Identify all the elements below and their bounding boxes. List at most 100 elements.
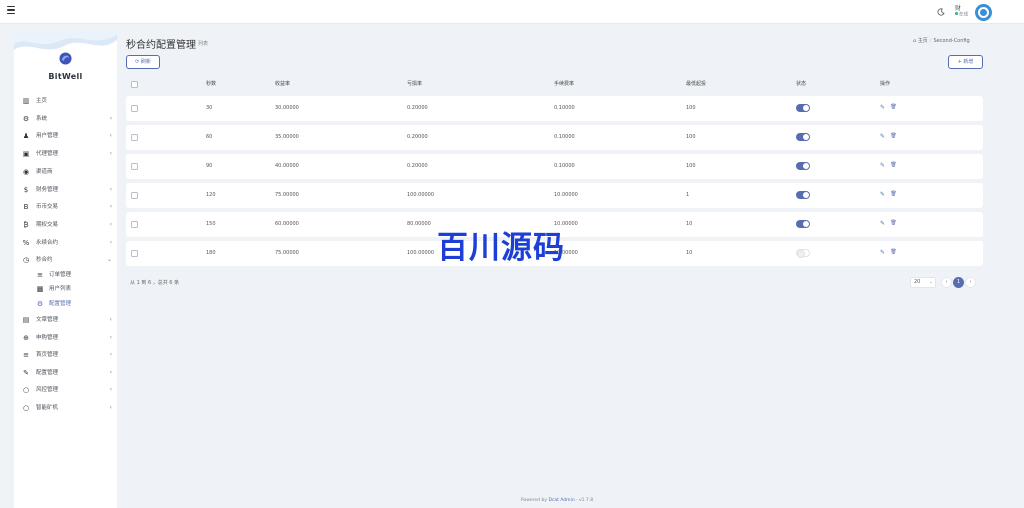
gear-icon: ⚙: [36, 299, 44, 308]
sidebar-item-label: 用户列表: [49, 286, 72, 293]
sidebar-subitem-1[interactable]: ▩ 用户列表: [22, 283, 112, 295]
sidebar-item-3[interactable]: ▣ 代理管理 ‹: [22, 148, 112, 160]
sidebar-item-8[interactable]: % 永续合约 ‹: [22, 237, 112, 249]
sidebar-item-2[interactable]: ♟ 用户管理 ‹: [22, 130, 112, 142]
sidebar-item-label: 智能矿机: [36, 405, 59, 411]
user-menu[interactable]: 财 在线: [955, 5, 975, 20]
row-checkbox[interactable]: [131, 221, 138, 228]
status-toggle[interactable]: [796, 191, 810, 199]
status-toggle[interactable]: [796, 162, 810, 170]
sidebar-item-5[interactable]: $ 财务管理 ‹: [22, 184, 112, 196]
column-header-fee[interactable]: 手续费率: [554, 80, 574, 87]
column-header-seconds[interactable]: 秒数: [206, 80, 216, 87]
brand-name: BitWell: [48, 72, 83, 81]
avatar[interactable]: [975, 4, 992, 21]
sidebar-item-label: 主页: [36, 98, 48, 104]
breadcrumb-home[interactable]: 主页: [918, 38, 928, 44]
sidebar-item-13[interactable]: ✎ 配置管理 ‹: [22, 367, 112, 379]
sidebar-subitem-0[interactable]: ≡ 订单管理: [22, 269, 112, 281]
refresh-button[interactable]: ⟳ 刷新: [126, 55, 160, 69]
globe-icon: ⊕: [23, 333, 29, 342]
pagination-summary: 从 1 到 6 ，总共 6 条: [130, 280, 180, 286]
sidebar: BitWell ▥ 主页 ⚙ 系统 ‹ ♟ 用户管理 ‹ ▣ 代理管理 ‹ ◉ 渠道商 $ 财务管理 ‹ B 币币…: [14, 32, 117, 508]
delete-icon[interactable]: 🗑: [890, 162, 897, 169]
menu-toggle-icon[interactable]: [7, 6, 15, 16]
add-button[interactable]: + 新增: [948, 55, 983, 69]
page-1-button[interactable]: 1: [953, 277, 964, 288]
status-toggle[interactable]: [796, 220, 810, 228]
sidebar-item-label: 秒合约: [36, 257, 53, 264]
sidebar-item-11[interactable]: ⊕ 申购管理 ‹: [22, 332, 112, 344]
delete-icon[interactable]: 🗑: [890, 104, 897, 111]
sidebar-item-7[interactable]: ₿ 期权交易 ‹: [22, 219, 112, 231]
row-checkbox[interactable]: [131, 192, 138, 199]
sidebar-item-label: 配置管理: [36, 369, 59, 376]
cell-min-invest: 100: [686, 134, 696, 140]
cell-fee-rate: 0.10000: [554, 105, 575, 111]
edit-icon[interactable]: ✎: [879, 191, 886, 198]
column-header-loss[interactable]: 亏损率: [407, 80, 422, 87]
cell-profit-rate: 30.00000: [275, 105, 299, 111]
sidebar-item-label: 配置管理: [49, 300, 72, 307]
sidebar-item-4[interactable]: ◉ 渠道商: [22, 166, 112, 178]
delete-icon[interactable]: 🗑: [890, 191, 897, 198]
cell-min-invest: 1: [686, 192, 690, 198]
cell-fee-rate: 10.00000: [554, 192, 578, 198]
chevron-left-icon: ‹: [109, 185, 112, 193]
clock-icon: ◷: [22, 256, 30, 265]
page-size-select[interactable]: 20 ⌄: [910, 277, 936, 288]
delete-icon[interactable]: 🗑: [890, 133, 897, 140]
user-name: 财: [955, 5, 962, 12]
table-row: 120 75.00000 100.00000 10.00000 1 ✎ 🗑: [126, 183, 983, 208]
sidebar-item-10[interactable]: ▤ 文章管理 ‹: [22, 314, 112, 326]
sidebar-subitem-2[interactable]: ⚙ 配置管理: [22, 298, 112, 310]
list-icon: ≡: [37, 271, 43, 279]
column-header-min-invest[interactable]: 最低起投: [686, 80, 706, 87]
edit-icon[interactable]: ✎: [879, 220, 886, 227]
row-checkbox[interactable]: [131, 134, 138, 141]
sidebar-item-label: 首页管理: [36, 352, 59, 359]
status-toggle[interactable]: [796, 249, 810, 258]
select-all-checkbox[interactable]: [131, 81, 138, 88]
sidebar-item-15[interactable]: ○ 智能矿机 ‹: [22, 402, 112, 414]
cell-seconds: 30: [206, 105, 213, 111]
sidebar-item-label: 文章管理: [36, 317, 59, 323]
page-title: 秒合约配置管理: [126, 40, 196, 51]
edit-icon[interactable]: ✎: [879, 133, 886, 140]
chevron-down-icon: ⌄: [106, 256, 112, 264]
prev-page-button[interactable]: ‹: [941, 277, 952, 288]
cell-profit-rate: 35.00000: [275, 134, 299, 140]
cell-loss-rate: 100.00000: [407, 250, 435, 256]
cell-min-invest: 100: [686, 105, 696, 111]
cell-seconds: 180: [206, 250, 216, 256]
sidebar-item-12[interactable]: ≡ 首页管理 ‹: [22, 349, 112, 361]
sidebar-item-label: 代理管理: [36, 151, 59, 158]
table-row: 30 30.00000 0.20000 0.10000 100 ✎ 🗑: [126, 96, 983, 121]
sidebar-item-14[interactable]: ○ 风控管理 ‹: [22, 384, 112, 396]
row-checkbox[interactable]: [131, 105, 138, 112]
sidebar-item-6[interactable]: B 币币交易 ‹: [22, 201, 112, 213]
bitcoin-icon: B: [23, 203, 29, 212]
row-checkbox[interactable]: [131, 163, 138, 170]
edit-icon[interactable]: ✎: [879, 104, 886, 111]
status-toggle[interactable]: [796, 104, 810, 112]
edit-icon[interactable]: ✎: [879, 249, 886, 256]
column-header-profit[interactable]: 收益率: [275, 80, 290, 87]
row-checkbox[interactable]: [131, 250, 138, 257]
bitwell-logo-icon: [59, 52, 72, 65]
delete-icon[interactable]: 🗑: [890, 220, 897, 227]
sidebar-item-1[interactable]: ⚙ 系统 ‹: [22, 113, 112, 125]
footer-brand-link[interactable]: Dcat Admin: [548, 498, 574, 503]
list-icon: ≡: [23, 351, 29, 360]
sidebar-item-9[interactable]: ◷ 秒合约 ⌄: [22, 254, 112, 266]
next-page-button[interactable]: ›: [965, 277, 976, 288]
chevron-left-icon: ‹: [109, 132, 112, 140]
sidebar-item-0[interactable]: ▥ 主页: [22, 95, 112, 107]
chevron-left-icon: ‹: [109, 404, 112, 411]
user-circle-icon: ◉: [22, 167, 30, 176]
status-toggle[interactable]: [796, 133, 810, 141]
edit-icon[interactable]: ✎: [879, 162, 886, 169]
delete-icon[interactable]: 🗑: [890, 249, 897, 256]
dark-mode-moon-icon[interactable]: [937, 8, 945, 16]
cell-min-invest: 100: [686, 163, 696, 169]
